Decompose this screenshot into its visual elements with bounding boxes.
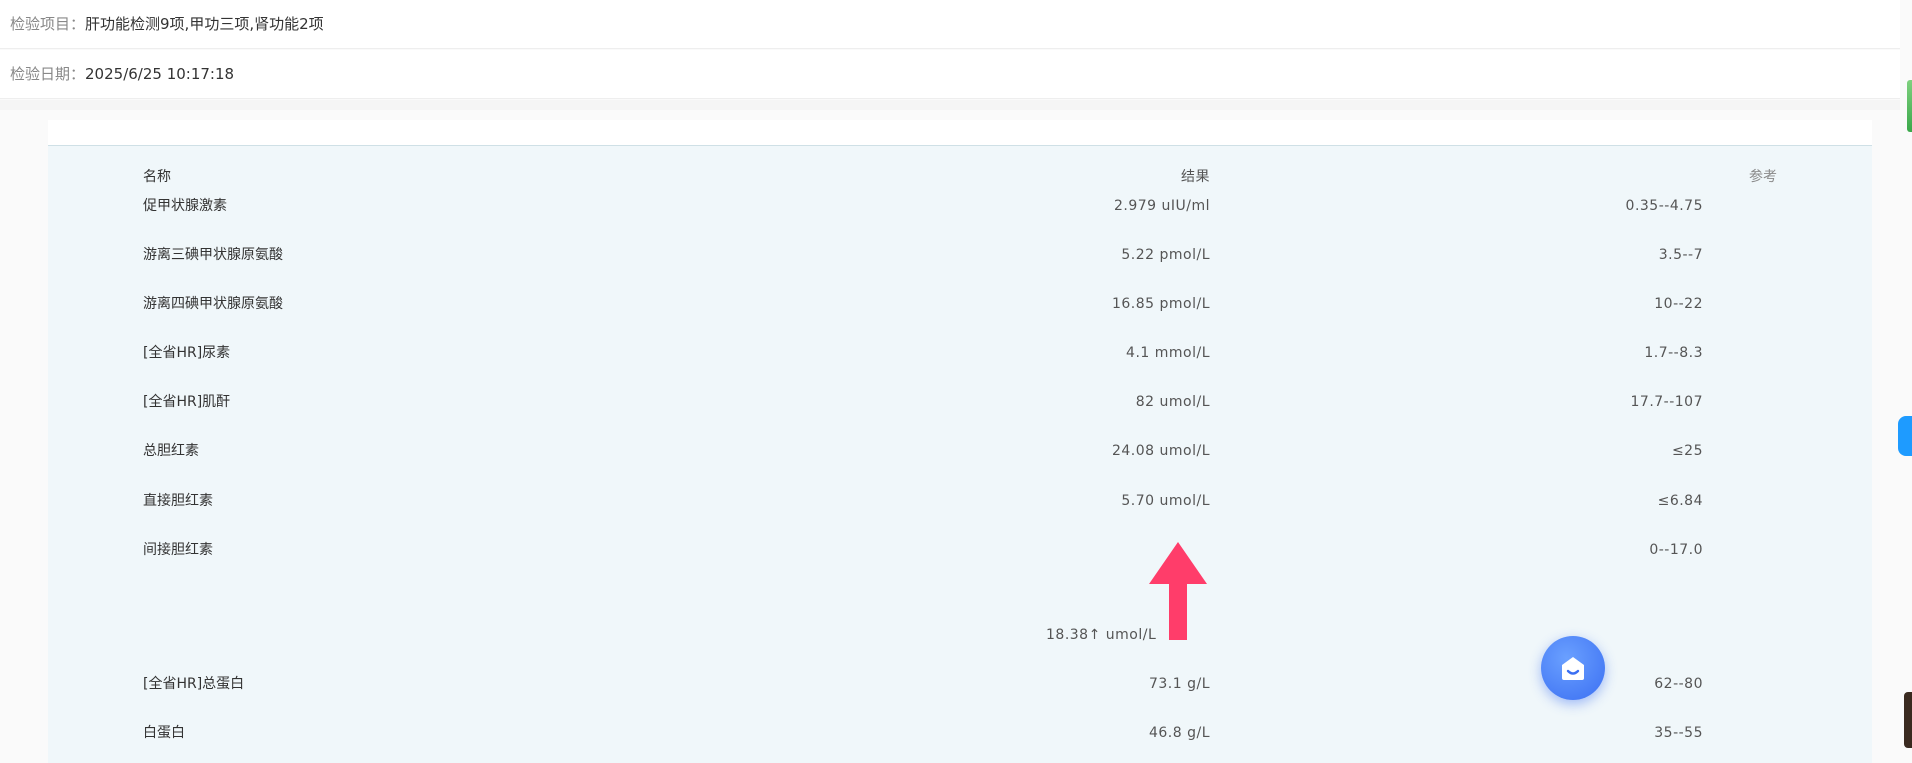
- row-result: 73.1 g/L: [1148, 676, 1210, 692]
- lab-report-page: 检验项目：肝功能检测9项,甲功三项,肾功能2项 检验日期：2025/6/25 1…: [0, 0, 1912, 763]
- row-result: 5.70 umol/L: [1121, 493, 1210, 509]
- row-name: 直接胆红素: [143, 493, 213, 509]
- row-name: 促甲状腺激素: [143, 198, 227, 214]
- row-reference: 35--55: [1654, 725, 1703, 741]
- row-name: 白蛋白: [143, 725, 185, 741]
- row-reference: 1.7--8.3: [1644, 345, 1703, 361]
- row-name: [全省HR]肌酐: [143, 394, 231, 410]
- row-name: 间接胆红素: [143, 542, 213, 558]
- row-result: 16.85 pmol/L: [1111, 296, 1210, 312]
- exam-date-label: 检验日期：: [10, 65, 86, 83]
- column-header-name: 名称: [143, 169, 171, 185]
- home-button[interactable]: [1541, 636, 1605, 700]
- row-result: 46.8 g/L: [1148, 725, 1210, 741]
- row-result: 2.979 uIU/ml: [1113, 198, 1210, 214]
- row-reference: 0.35--4.75: [1625, 198, 1703, 214]
- row-reference: 0--17.0: [1649, 542, 1703, 558]
- exam-item-row: 检验项目：肝功能检测9项,甲功三项,肾功能2项: [0, 0, 1900, 49]
- exam-date-row: 检验日期：2025/6/25 10:17:18: [0, 50, 1900, 99]
- floating-tab-green[interactable]: [1907, 80, 1912, 132]
- row-name: 游离三碘甲状腺原氨酸: [143, 247, 283, 263]
- column-header-reference: 参考: [1749, 169, 1777, 185]
- row-reference: 10--22: [1654, 296, 1703, 312]
- row-name: [全省HR]总蛋白: [143, 676, 245, 692]
- row-reference: ≤6.84: [1657, 493, 1703, 509]
- row-result: 4.1 mmol/L: [1126, 345, 1210, 361]
- card-header-strip: [48, 120, 1872, 146]
- floating-tab-dark[interactable]: [1904, 692, 1912, 748]
- row-reference: 62--80: [1654, 676, 1703, 692]
- floating-tab-blue[interactable]: [1898, 416, 1912, 456]
- row-result: 5.22 pmol/L: [1121, 247, 1210, 263]
- row-name: 总胆红素: [143, 443, 199, 459]
- row-result: 82 umol/L: [1135, 394, 1210, 410]
- section-divider: [0, 100, 1900, 110]
- row-name: [全省HR]尿素: [143, 345, 231, 361]
- red-up-arrow-icon: [1149, 542, 1207, 640]
- row-result: 24.08 umol/L: [1111, 443, 1210, 459]
- exam-date-value: 2025/6/25 10:17:18: [85, 65, 235, 83]
- row-reference: 3.5--7: [1658, 247, 1703, 263]
- row-reference: ≤25: [1671, 443, 1703, 459]
- row-reference: 17.7--107: [1630, 394, 1703, 410]
- exam-item-value: 肝功能检测9项,甲功三项,肾功能2项: [85, 15, 324, 33]
- exam-item-label: 检验项目：: [10, 15, 86, 33]
- column-header-result: 结果: [1181, 169, 1210, 185]
- row-name: 游离四碘甲状腺原氨酸: [143, 296, 283, 312]
- home-icon: [1562, 657, 1584, 680]
- row-result-abnormal: 18.38↑ umol/L: [1046, 627, 1157, 643]
